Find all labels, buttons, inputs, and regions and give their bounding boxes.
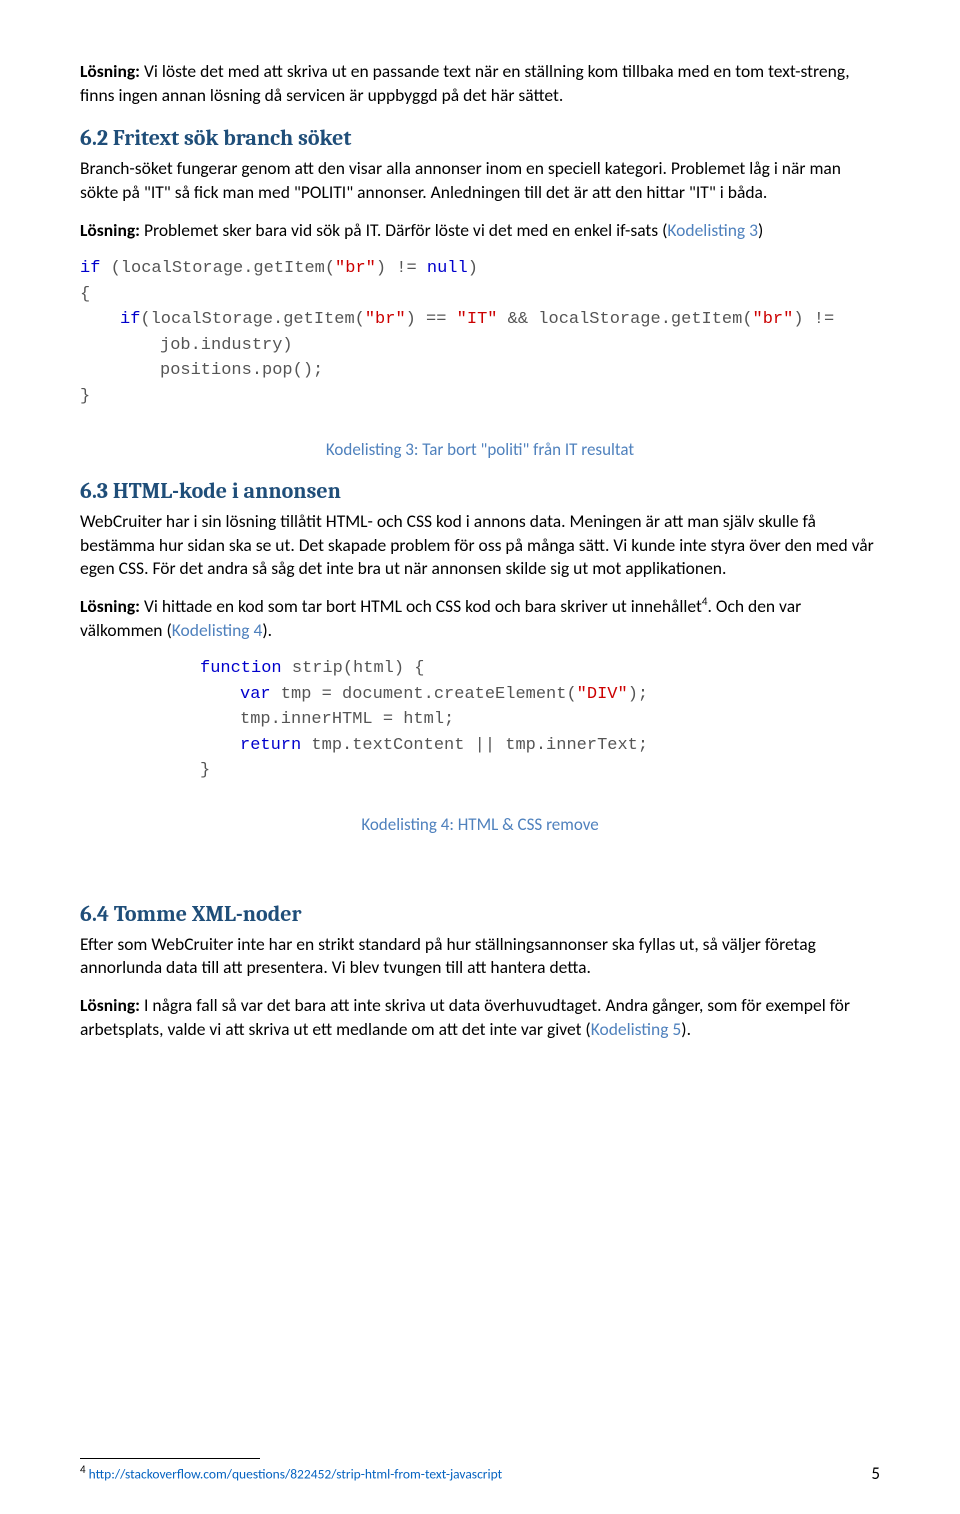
paragraph-6-4-body: Efter som WebCruiter inte har en strikt … xyxy=(80,933,880,980)
body-text: Problemet sker bara vid sök på IT. Därfö… xyxy=(140,219,667,241)
tail-text: ) xyxy=(758,219,763,241)
footnote-rule xyxy=(80,1458,260,1459)
page-number: 5 xyxy=(871,1463,880,1484)
lead-bold: Lösning: xyxy=(80,219,140,241)
heading-title: HTML-kode i annonsen xyxy=(113,478,341,504)
tail-text: ). xyxy=(681,1018,691,1040)
footnote-number: 4 xyxy=(80,1463,86,1476)
footnote-area: 4 http://stackoverflow.com/questions/822… xyxy=(80,1458,880,1484)
heading-number: 6.2 xyxy=(80,125,108,151)
paragraph-6-4-solution: Lösning: I några fall så var det bara at… xyxy=(80,994,880,1041)
heading-number: 6.3 xyxy=(80,478,108,504)
footnote-link[interactable]: http://stackoverflow.com/questions/82245… xyxy=(89,1466,503,1483)
body-text: Vi löste det med att skriva ut en passan… xyxy=(80,60,850,106)
heading-6-4: 6.4 Tomme XML-noder xyxy=(80,901,880,927)
caption-kodelisting-3: Kodelisting 3: Tar bort "politi" från IT… xyxy=(80,439,880,460)
ref-kodelisting-3: Kodelisting 3 xyxy=(667,219,758,241)
heading-6-2: 6.2 Fritext sök branch söket xyxy=(80,125,880,151)
lead-bold: Lösning: xyxy=(80,595,140,617)
code-listing-3: if (localStorage.getItem("br") != null) … xyxy=(80,256,880,409)
lead-bold: Lösning: xyxy=(80,994,140,1016)
paragraph-6-3-body: WebCruiter har i sin lösning tillåtit HT… xyxy=(80,510,880,581)
paragraph-6-2-solution: Lösning: Problemet sker bara vid sök på … xyxy=(80,219,880,243)
ref-kodelisting-4: Kodelisting 4 xyxy=(172,619,263,641)
paragraph-6-2-body: Branch-söket fungerar genom att den visa… xyxy=(80,157,880,204)
caption-kodelisting-4: Kodelisting 4: HTML & CSS remove xyxy=(80,814,880,835)
footnote-4: 4 http://stackoverflow.com/questions/822… xyxy=(80,1463,880,1484)
paragraph-6-3-solution: Lösning: Vi hittade en kod som tar bort … xyxy=(80,595,880,642)
heading-title: Tomme XML-noder xyxy=(114,901,302,927)
heading-title: Fritext sök branch söket xyxy=(113,125,352,151)
heading-6-3: 6.3 HTML-kode i annonsen xyxy=(80,478,880,504)
tail-text: ). xyxy=(262,619,272,641)
body-text-a: Vi hittade en kod som tar bort HTML och … xyxy=(140,595,702,617)
paragraph-solution-1: Lösning: Vi löste det med att skriva ut … xyxy=(80,60,880,107)
body-text: I några fall så var det bara att inte sk… xyxy=(80,994,850,1040)
document-page: Lösning: Vi löste det med att skriva ut … xyxy=(0,0,960,1514)
heading-number: 6.4 xyxy=(80,901,109,927)
ref-kodelisting-5: Kodelisting 5 xyxy=(591,1018,682,1040)
code-listing-4: function strip(html) { var tmp = documen… xyxy=(80,656,880,784)
lead-bold: Lösning: xyxy=(80,60,140,82)
